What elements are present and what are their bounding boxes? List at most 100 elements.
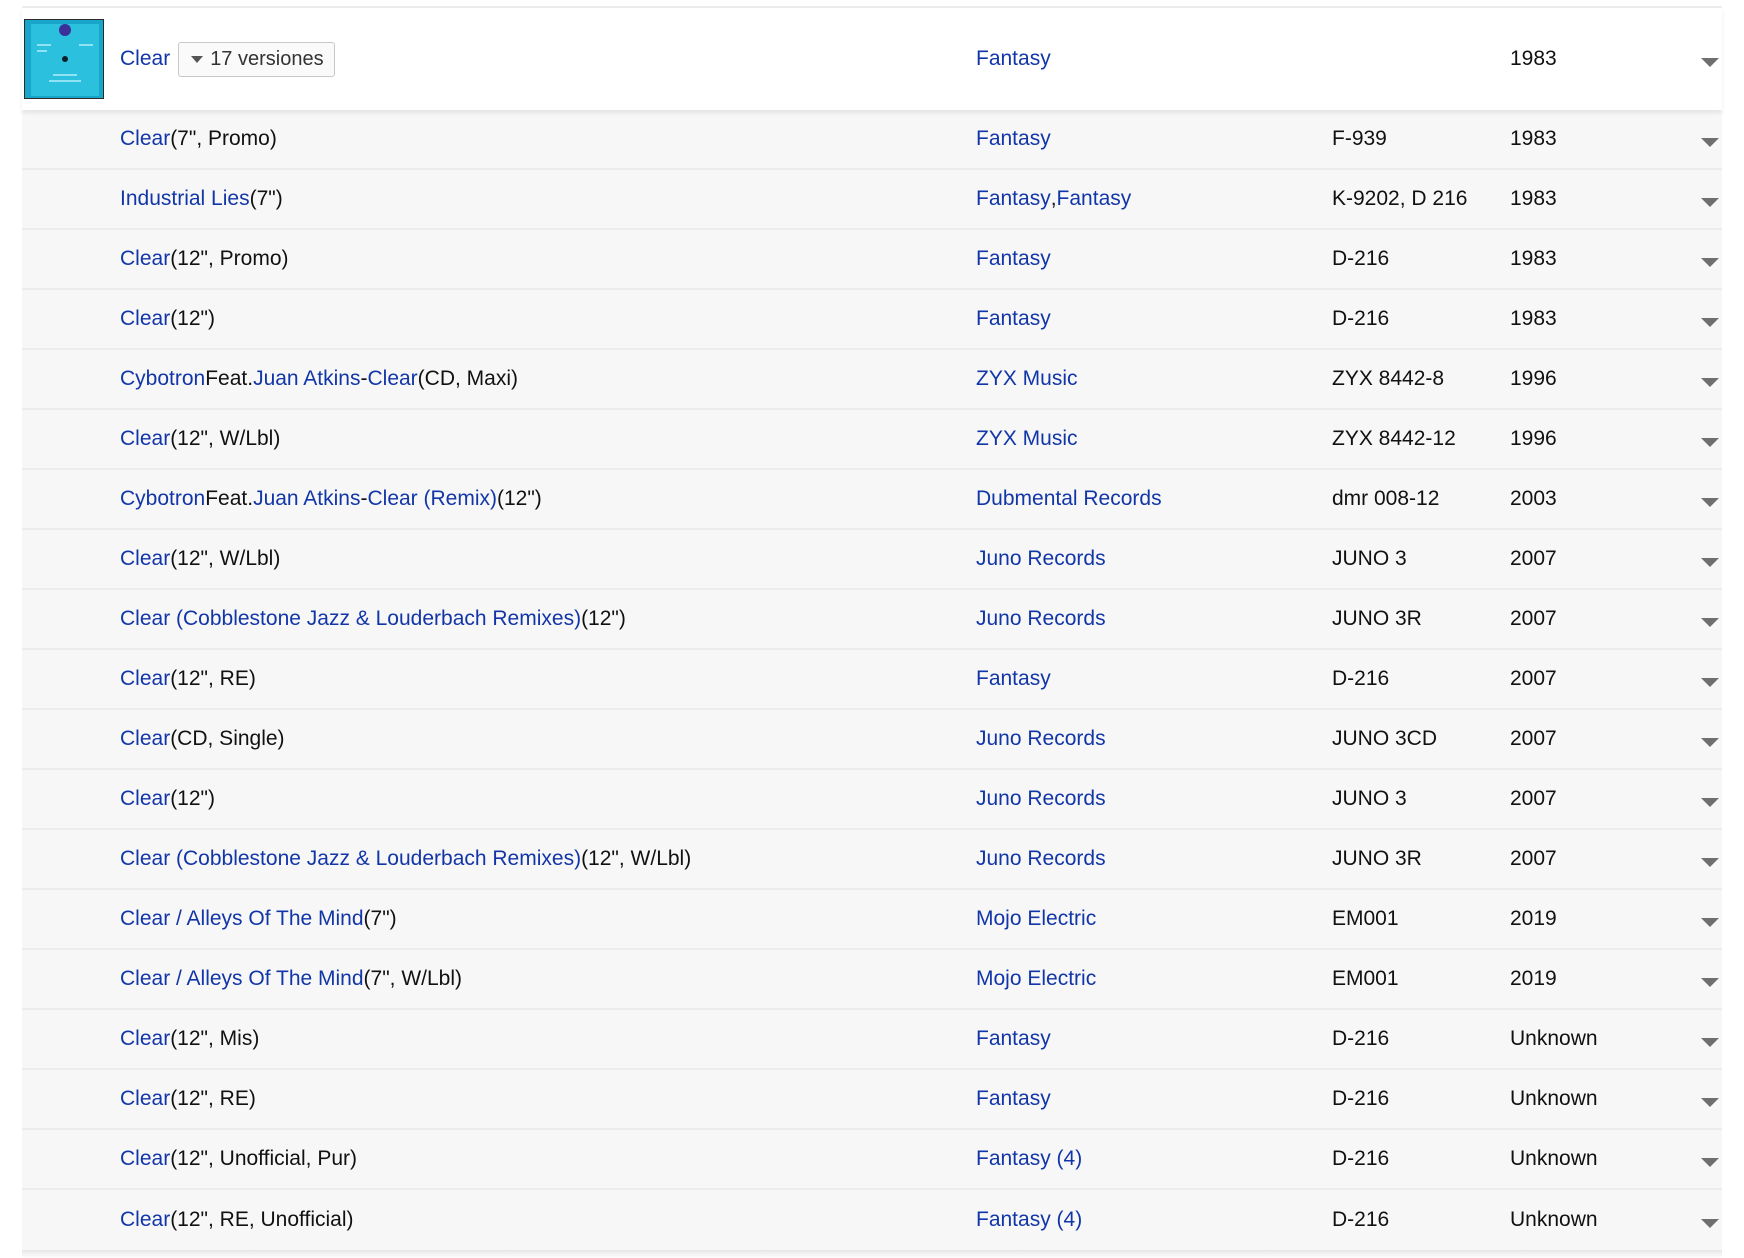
- versions-dropdown-button[interactable]: 17 versiones: [178, 41, 335, 77]
- caret-down-icon[interactable]: [1701, 557, 1719, 567]
- release-label-link[interactable]: Juno Records: [976, 607, 1106, 631]
- release-row[interactable]: Clear (12", RE, Unofficial) Fantasy (4) D-…: [22, 1190, 1722, 1250]
- release-title-link[interactable]: Cybotron: [120, 367, 205, 391]
- master-title-cell: Clear 17 versiones: [120, 8, 960, 110]
- release-title-link[interactable]: Clear: [120, 667, 170, 691]
- master-title-link[interactable]: Clear: [120, 47, 170, 71]
- release-label-link[interactable]: Mojo Electric: [976, 907, 1096, 931]
- release-title-link[interactable]: Clear: [120, 247, 170, 271]
- release-row[interactable]: Cybotron Feat. Juan Atkins - Clear (CD, …: [22, 350, 1722, 410]
- release-row[interactable]: Clear (12", RE) Fantasy D-216 2007: [22, 650, 1722, 710]
- caret-down-icon[interactable]: [1701, 137, 1719, 147]
- release-row[interactable]: Clear (CD, Single) Juno Records JUNO 3CD 20…: [22, 710, 1722, 770]
- caret-down-icon[interactable]: [1701, 1037, 1719, 1047]
- release-label-link[interactable]: Juno Records: [976, 547, 1106, 571]
- release-row[interactable]: Clear (12", W/Lbl) Juno Records JUNO 3 2007: [22, 530, 1722, 590]
- caret-down-icon[interactable]: [1701, 677, 1719, 687]
- release-label-link[interactable]: Fantasy: [976, 187, 1051, 211]
- release-label-link[interactable]: Dubmental Records: [976, 487, 1162, 511]
- release-title-link[interactable]: Juan Atkins: [253, 367, 360, 391]
- release-label-link[interactable]: Juno Records: [976, 727, 1106, 751]
- release-title-link[interactable]: Clear: [120, 1208, 170, 1232]
- caret-down-icon[interactable]: [1701, 57, 1719, 67]
- release-title-link[interactable]: Clear: [120, 307, 170, 331]
- release-label-link[interactable]: Mojo Electric: [976, 967, 1096, 991]
- release-label-link[interactable]: Juno Records: [976, 787, 1106, 811]
- caret-down-icon[interactable]: [1701, 977, 1719, 987]
- release-label-link[interactable]: Fantasy: [976, 247, 1051, 271]
- release-title-text: (12"): [170, 787, 215, 810]
- release-title-link[interactable]: Industrial Lies: [120, 187, 250, 211]
- release-title-link[interactable]: Clear: [120, 1027, 170, 1051]
- release-catno-cell: JUNO 3CD: [1332, 710, 1502, 768]
- release-row[interactable]: Industrial Lies (7") Fantasy, Fantasy K-92…: [22, 170, 1722, 230]
- release-row[interactable]: Clear (12", W/Lbl) ZYX Music ZYX 8442-12 19…: [22, 410, 1722, 470]
- release-label-link[interactable]: Fantasy: [976, 1027, 1051, 1051]
- release-row[interactable]: Clear / Alleys Of The Mind (7", W/Lbl) Mo…: [22, 950, 1722, 1010]
- caret-down-icon[interactable]: [1701, 857, 1719, 867]
- release-year: 2007: [1510, 847, 1557, 870]
- caret-down-icon[interactable]: [1701, 257, 1719, 267]
- caret-down-icon[interactable]: [1701, 917, 1719, 927]
- caret-down-icon[interactable]: [1701, 797, 1719, 807]
- release-row[interactable]: Clear (12", Mis) Fantasy D-216 Unknown: [22, 1010, 1722, 1070]
- master-release-row[interactable]: Clear 17 versiones Fantasy 1983: [22, 8, 1722, 110]
- release-row[interactable]: Clear (12", Promo) Fantasy D-216 1983: [22, 230, 1722, 290]
- versions-count-label: 17 versiones: [210, 47, 324, 70]
- release-title-link[interactable]: Clear: [120, 727, 170, 751]
- caret-down-icon[interactable]: [1701, 437, 1719, 447]
- caret-down-icon[interactable]: [1701, 497, 1719, 507]
- release-label-link[interactable]: ZYX Music: [976, 427, 1078, 451]
- release-actions-cell: [1698, 110, 1722, 168]
- release-label-link[interactable]: Fantasy: [976, 1087, 1051, 1111]
- release-label-link[interactable]: Fantasy: [976, 667, 1051, 691]
- release-row[interactable]: Clear (Cobblestone Jazz & Louderbach Rem…: [22, 830, 1722, 890]
- record-cover-thumbnail[interactable]: [24, 19, 104, 99]
- release-catno: D-216: [1332, 1147, 1390, 1170]
- release-label-link[interactable]: Fantasy: [976, 127, 1051, 151]
- caret-down-icon[interactable]: [1701, 1218, 1719, 1228]
- release-title-link[interactable]: Clear: [120, 127, 170, 151]
- caret-down-icon[interactable]: [1701, 197, 1719, 207]
- release-title-link[interactable]: Clear (Cobblestone Jazz & Louderbach Rem…: [120, 607, 581, 631]
- release-row[interactable]: Clear / Alleys Of The Mind (7") Mojo Elec…: [22, 890, 1722, 950]
- release-title-link[interactable]: Clear (Remix): [367, 487, 497, 511]
- caret-down-icon[interactable]: [1701, 1097, 1719, 1107]
- release-title-link[interactable]: Clear: [120, 1087, 170, 1111]
- release-row[interactable]: Clear (12", RE) Fantasy D-216 Unknown: [22, 1070, 1722, 1130]
- release-row[interactable]: Clear (7", Promo) Fantasy F-939 1983: [22, 110, 1722, 170]
- release-label-link[interactable]: Fantasy: [1057, 187, 1132, 211]
- release-row[interactable]: Clear (12") Juno Records JUNO 3 2007: [22, 770, 1722, 830]
- release-title-link[interactable]: Clear / Alleys Of The Mind: [120, 907, 364, 931]
- release-catno: K-9202, D 216: [1332, 187, 1468, 210]
- release-title-link[interactable]: Clear: [120, 547, 170, 571]
- release-label-link[interactable]: ZYX Music: [976, 367, 1078, 391]
- release-title-link[interactable]: Clear: [120, 427, 170, 451]
- master-label-link[interactable]: Fantasy: [976, 47, 1051, 71]
- release-row[interactable]: Clear (Cobblestone Jazz & Louderbach Rem…: [22, 590, 1722, 650]
- release-label-link[interactable]: Juno Records: [976, 847, 1106, 871]
- release-label-link[interactable]: Fantasy (4): [976, 1147, 1082, 1171]
- release-catno-cell: D-216: [1332, 1130, 1502, 1188]
- release-label-link[interactable]: Fantasy: [976, 307, 1051, 331]
- release-row[interactable]: Clear (12", Unofficial, Pur) Fantasy (4) D…: [22, 1130, 1722, 1190]
- release-title-link[interactable]: Clear: [367, 367, 417, 391]
- release-title-link[interactable]: Cybotron: [120, 487, 205, 511]
- caret-down-icon[interactable]: [1701, 617, 1719, 627]
- release-title-link[interactable]: Clear: [120, 787, 170, 811]
- release-catno: JUNO 3: [1332, 547, 1407, 570]
- release-title-link[interactable]: Clear (Cobblestone Jazz & Louderbach Rem…: [120, 847, 581, 871]
- caret-down-icon[interactable]: [1701, 317, 1719, 327]
- thumbnail-spacer: [24, 710, 104, 768]
- release-title-link[interactable]: Clear: [120, 1147, 170, 1171]
- caret-down-icon[interactable]: [1701, 377, 1719, 387]
- release-title-link[interactable]: Juan Atkins: [253, 487, 360, 511]
- caret-down-icon[interactable]: [1701, 1157, 1719, 1167]
- release-row[interactable]: Clear (12") Fantasy D-216 1983: [22, 290, 1722, 350]
- release-catno-cell: dmr 008-12: [1332, 470, 1502, 528]
- release-label-link[interactable]: Fantasy (4): [976, 1208, 1082, 1232]
- release-title-link[interactable]: Clear / Alleys Of The Mind: [120, 967, 364, 991]
- release-row[interactable]: Cybotron Feat. Juan Atkins - Clear (Remi…: [22, 470, 1722, 530]
- release-year-cell: Unknown: [1510, 1130, 1670, 1188]
- caret-down-icon[interactable]: [1701, 737, 1719, 747]
